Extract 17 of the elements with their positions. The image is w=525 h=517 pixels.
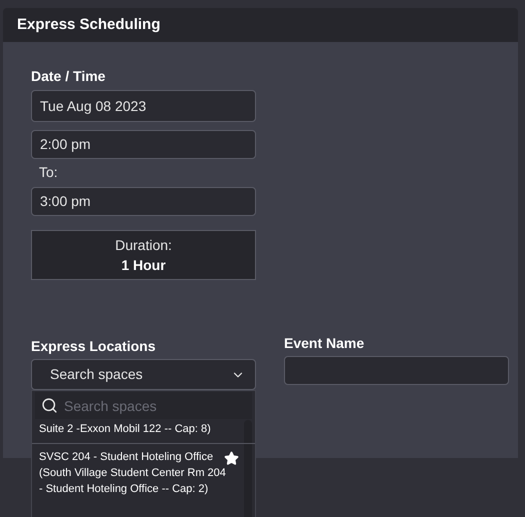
start-time-field[interactable]: 2:00 pm	[31, 130, 256, 159]
express-locations-label: Express Locations	[31, 337, 156, 356]
duration-label: Duration:	[115, 236, 172, 255]
panel-title: Express Scheduling	[17, 14, 160, 35]
locations-select[interactable]: Search spaces	[31, 359, 256, 390]
to-label: To:	[39, 163, 59, 182]
event-name-field[interactable]	[284, 356, 509, 385]
duration-value: 1 Hour	[121, 256, 166, 275]
search-field[interactable]: Search spaces	[35, 392, 252, 419]
end-time-field[interactable]: 3:00 pm	[31, 187, 256, 216]
star-icon[interactable]	[224, 451, 239, 466]
date-time-label: Date / Time	[31, 67, 106, 86]
event-name-label: Event Name	[284, 334, 366, 353]
date-field[interactable]: Tue Aug 08 2023	[31, 90, 256, 122]
search-icon	[41, 397, 58, 414]
location-option[interactable]: SVSC 204 - Student Hoteling Office (South Village Student Center Rm 204 - Student Hoteling Office -- Cap: 2)	[32, 443, 255, 503]
location-option[interactable]: Suite 2 -Exxon Mobil 122 -- Cap: 8)	[32, 419, 255, 443]
